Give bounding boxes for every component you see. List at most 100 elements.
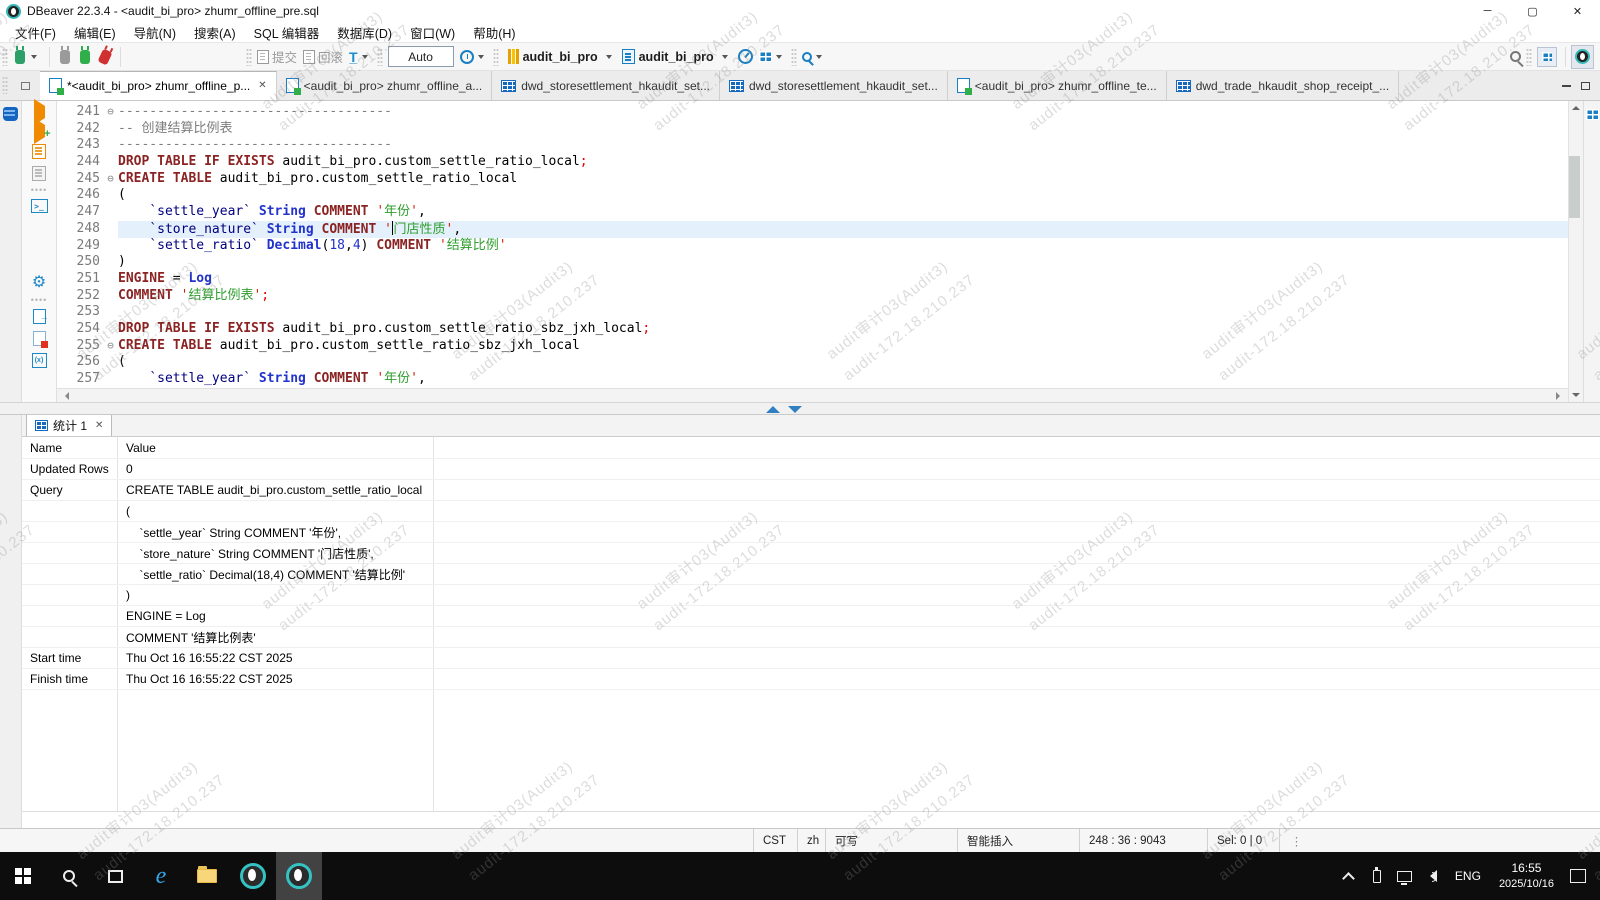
close-icon[interactable]: ✕ [1555,0,1600,22]
editor-tab[interactable]: <audit_bi_pro> zhumr_offline_te... [947,71,1167,100]
statistics-tab[interactable]: 统计 1 ✕ [26,414,113,436]
maximize-results-icon[interactable] [788,406,802,413]
status-segment-4[interactable]: 248 : 36 : 9043 [1079,829,1207,852]
transaction-log-button[interactable]: T̲ [346,45,375,69]
scrollbar-thumb[interactable] [1569,156,1580,218]
transaction-history-button[interactable] [457,45,491,69]
sql-search-button[interactable] [799,45,829,69]
restore-icon[interactable]: ▢ [1510,0,1555,22]
editor-results-sash[interactable] [0,402,1600,415]
autocommit-button[interactable]: Auto [387,46,454,67]
code-line[interactable]: 245 ⊖ CREATE TABLE audit_bi_pro.custom_set… [57,171,1568,188]
connect-button[interactable] [55,45,75,69]
status-segment-5[interactable]: Sel: 0 | 0 [1207,829,1279,852]
menu-item-0[interactable]: 文件(F) [6,23,65,42]
menu-item-6[interactable]: 窗口(W) [401,23,464,42]
code-line[interactable]: 247 `settle_year` String COMMENT '年份', [57,204,1568,221]
commit-button[interactable]: 提交 [254,45,300,69]
editor-tab[interactable]: dwd_storesettlement_hkaudit_set... [720,71,948,100]
schema-selector[interactable]: audit_bi_pro [619,45,735,69]
dbeaver-taskbar-button-active[interactable] [276,852,322,900]
execute-script-button[interactable] [32,144,46,159]
scroll-left-icon[interactable] [61,391,69,400]
code-line[interactable]: 244 DROP TABLE IF EXISTS audit_bi_pro.cu… [57,154,1568,171]
internet-explorer-button[interactable]: e [138,852,184,900]
quick-search-button[interactable] [1507,45,1524,69]
database-selector[interactable]: audit_bi_pro [501,45,619,69]
status-overflow-icon[interactable]: ⋮ [1279,829,1313,852]
fold-icon[interactable]: ⊖ [103,171,118,188]
code-line[interactable]: 256 ( [57,354,1568,371]
horizontal-scrollbar[interactable] [57,388,1568,402]
close-icon[interactable]: ✕ [258,80,266,91]
code-line[interactable]: 248 `store_nature` String COMMENT ' 门店性质'… [57,220,1568,238]
code-line[interactable]: 257 `settle_year` String COMMENT '年份', [57,371,1568,388]
minimize-panel-icon[interactable] [1562,84,1571,87]
code-line[interactable]: 242 -- 创建结算比例表 [57,121,1568,138]
code-line[interactable]: 246 ( [57,187,1568,204]
usb-tray-button[interactable] [1363,866,1391,883]
code-line[interactable]: 249 `settle_ratio` Decimal(18,4) COMMENT… [57,238,1568,255]
task-view-button[interactable] [92,852,138,900]
status-segment-0[interactable]: CST [753,829,797,852]
volume-tray-button[interactable] [1419,870,1447,882]
fold-icon[interactable]: ⊖ [103,104,118,121]
code-line[interactable]: 241 ⊖ ----------------------------------- [57,104,1568,121]
minimize-icon[interactable]: ─ [1465,0,1510,22]
reconnect-button[interactable] [75,45,95,69]
variables-button[interactable]: (x) [31,353,47,368]
status-segment-2[interactable]: 可写 [825,829,957,852]
table-row[interactable]: Finish time Thu Oct 16 16:55:22 CST 2025 [22,668,1600,689]
table-row[interactable]: COMMENT '结算比例表' [22,626,1600,647]
status-segment-3[interactable]: 智能插入 [957,829,1079,852]
file-explorer-button[interactable] [184,852,230,900]
editor-tab[interactable]: *<audit_bi_pro> zhumr_offline_p... ✕ [40,71,277,100]
table-row[interactable]: ( [22,500,1600,521]
bricks-icon[interactable] [1585,109,1599,120]
editor-tab[interactable]: dwd_storesettlement_hkaudit_set... [492,71,720,100]
export-data-button[interactable] [32,309,49,324]
code-line[interactable]: 251 ENGINE = Log [57,271,1568,288]
disconnect-button[interactable] [95,45,115,69]
table-row[interactable]: Name Value [22,437,1600,458]
code-area[interactable]: 241 ⊖ ----------------------------------- 2… [57,101,1568,388]
status-segment-1[interactable]: zh [797,829,825,852]
code-line[interactable]: 255 ⊖ CREATE TABLE audit_bi_pro.custom_set… [57,338,1568,355]
tray-expand-button[interactable] [1335,870,1363,885]
table-row[interactable]: `settle_ratio` Decimal(18,4) COMMENT '结算… [22,563,1600,584]
start-button[interactable] [0,852,46,900]
table-row[interactable]: Start time Thu Oct 16 16:55:22 CST 2025 [22,647,1600,668]
settings-gear-button[interactable]: ⚙ [32,275,46,291]
editor-tab[interactable]: <audit_bi_pro> zhumr_offline_a... [276,71,493,100]
terminal-button[interactable]: >_ [30,199,48,213]
dbeaver-taskbar-button[interactable] [230,852,276,900]
network-tray-button[interactable] [1391,870,1419,885]
compare-button[interactable] [756,45,789,69]
dbeaver-perspective-button[interactable] [1571,44,1594,69]
table-row[interactable]: `settle_year` String COMMENT '年份', [22,521,1600,542]
menu-item-4[interactable]: SQL 编辑器 [245,23,329,42]
execute-statement-button[interactable] [33,99,45,125]
execute-new-tab-button[interactable]: + [33,118,51,144]
code-line[interactable]: 254 DROP TABLE IF EXISTS audit_bi_pro.cu… [57,321,1568,338]
menu-item-7[interactable]: 帮助(H) [464,23,524,42]
fold-icon[interactable]: ⊖ [103,338,118,355]
table-row[interactable]: ENGINE = Log [22,605,1600,626]
new-connection-button[interactable] [10,45,44,69]
vertical-scrollbar[interactable] [1568,101,1583,402]
menu-item-1[interactable]: 编辑(E) [65,23,125,42]
code-line[interactable]: 243 ----------------------------------- [57,137,1568,154]
table-row[interactable]: Query CREATE TABLE audit_bi_pro.custom_se… [22,479,1600,500]
maximize-panel-icon[interactable] [1581,81,1590,90]
error-log-button[interactable] [32,331,48,348]
table-row[interactable]: Updated Rows 0 [22,458,1600,479]
code-line[interactable]: 253 [57,304,1568,321]
menu-item-5[interactable]: 数据库(D) [328,23,401,42]
menu-item-2[interactable]: 导航(N) [125,23,185,42]
maximize-editor-icon[interactable] [766,406,780,413]
notification-center-icon[interactable] [1570,869,1586,883]
explain-plan-button[interactable] [32,166,46,181]
code-line[interactable]: 250 ) [57,254,1568,271]
scroll-up-icon[interactable] [1572,102,1580,110]
language-indicator[interactable]: ENG [1447,869,1489,883]
